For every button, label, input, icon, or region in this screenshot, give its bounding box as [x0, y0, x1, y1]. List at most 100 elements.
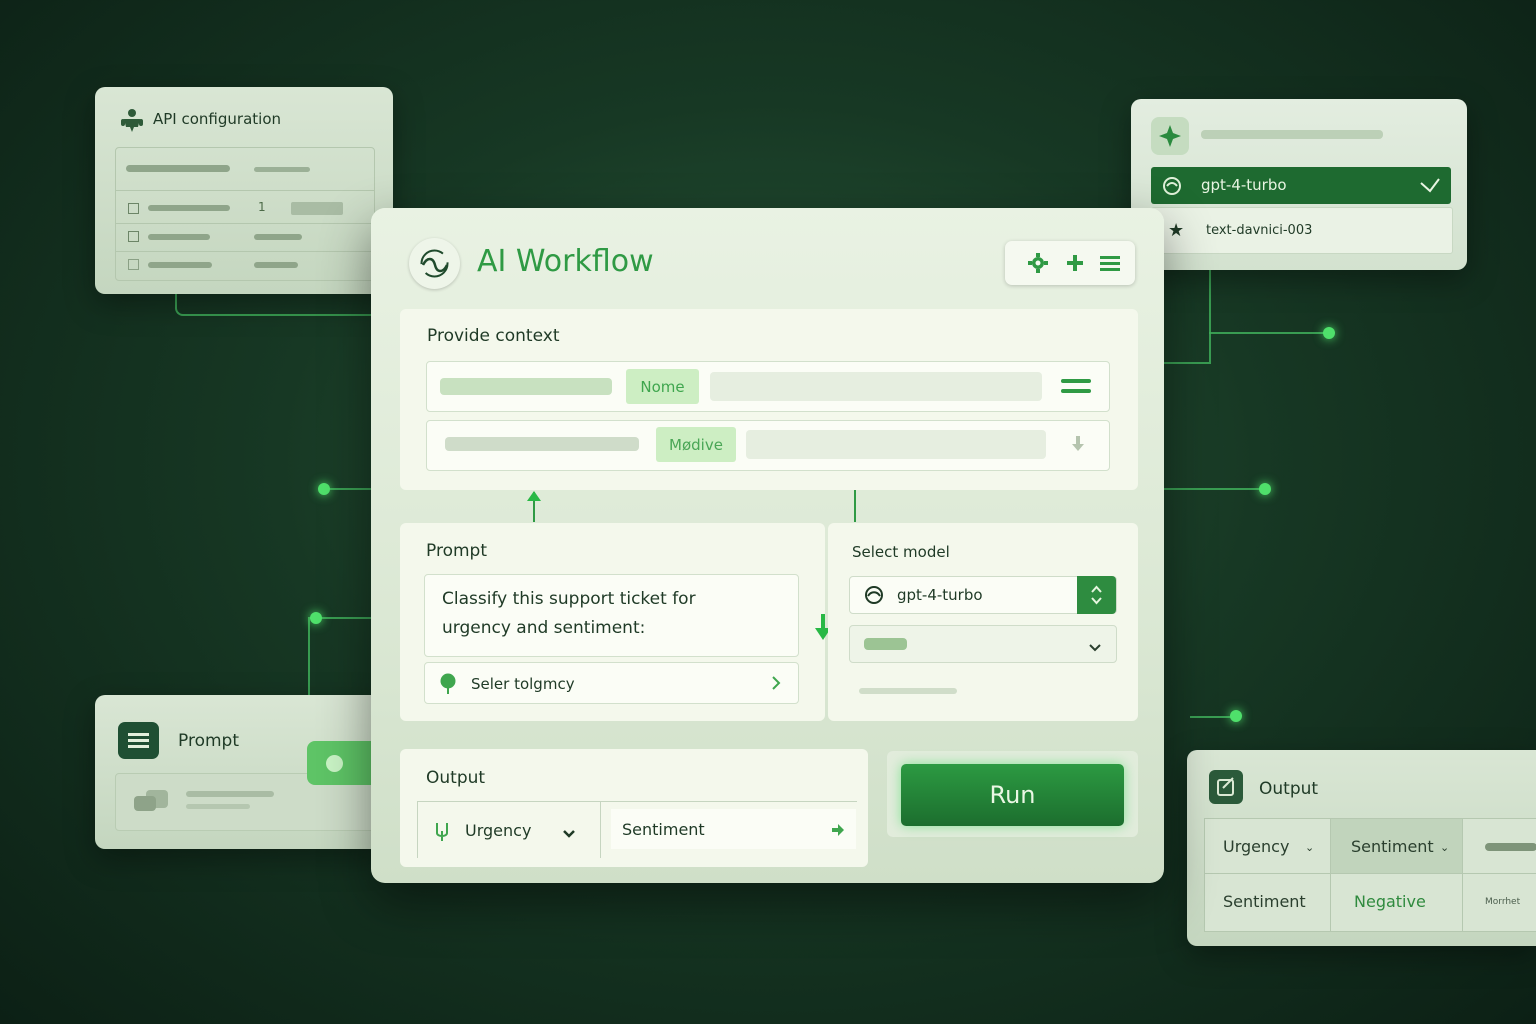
prompt-node-panel: Prompt — [95, 695, 385, 849]
urgency-column[interactable]: Urgency — [417, 802, 601, 858]
connector-line — [1209, 332, 1327, 334]
chevron-down-icon — [562, 824, 576, 843]
connector-line — [1163, 488, 1261, 490]
equals-icon[interactable] — [1061, 377, 1091, 401]
connector-line — [330, 488, 375, 490]
urgency-header-label: Urgency — [1223, 837, 1290, 856]
model-option-label: text-davnici-003 — [1206, 223, 1313, 238]
sentiment-column[interactable]: Sentiment — [611, 809, 856, 849]
connector-line — [308, 617, 377, 699]
secondary-select[interactable] — [849, 625, 1117, 663]
checkbox[interactable] — [128, 231, 139, 242]
model-select-value: gpt-4-turbo — [897, 586, 983, 604]
row-divider — [116, 190, 374, 191]
prompt-heading: Prompt — [426, 541, 487, 561]
panel-title: Output — [1259, 779, 1319, 799]
placeholder-bar — [186, 791, 274, 797]
list-icon — [118, 722, 159, 759]
placeholder-bar — [710, 372, 1042, 401]
chevron-down-icon — [1088, 638, 1102, 657]
urgency-header[interactable]: Urgency ⌄ — [1205, 819, 1331, 873]
checkbox[interactable] — [128, 259, 139, 270]
run-button[interactable]: Run — [901, 764, 1124, 826]
placeholder-bar — [1485, 843, 1536, 851]
motive-chip[interactable]: Mødive — [656, 427, 736, 462]
model-option-label: gpt-4-turbo — [1201, 176, 1287, 194]
run-button-label: Run — [989, 781, 1036, 809]
placeholder-bar — [445, 437, 639, 451]
add-icon[interactable] — [1065, 253, 1085, 277]
placeholder-bar — [864, 638, 907, 650]
star-icon: ★ — [1168, 220, 1185, 241]
table-cell: Negative — [1354, 892, 1426, 911]
placeholder-bar — [1201, 130, 1383, 139]
stepper-icon[interactable] — [1077, 576, 1116, 614]
prompt-card: Prompt Classify this support ticket for … — [400, 523, 825, 721]
row-divider — [116, 223, 374, 224]
placeholder-bar — [746, 430, 1046, 459]
placeholder-bar — [148, 234, 210, 240]
context-card: Provide context Nome Mødive — [400, 309, 1138, 490]
window-toolbar — [1005, 241, 1135, 285]
prompt-textarea[interactable]: Classify this support ticket for urgency… — [424, 574, 799, 657]
pin-icon — [439, 673, 457, 699]
toggle-knob — [326, 755, 343, 772]
openai-icon — [862, 584, 886, 610]
edit-icon — [1209, 770, 1243, 804]
connector-line — [1163, 270, 1211, 364]
table-divider — [1462, 873, 1463, 931]
window-title: AI Workflow — [477, 244, 654, 279]
connector-node — [1323, 327, 1335, 339]
output-heading: Output — [426, 768, 486, 788]
select-model-card: Select model gpt-4-turbo — [828, 523, 1138, 721]
context-heading: Provide context — [427, 326, 560, 346]
placeholder-bar — [126, 165, 230, 172]
row-divider — [116, 251, 374, 252]
connector-line — [175, 294, 377, 316]
connector-line — [1190, 716, 1232, 718]
settings-icon[interactable] — [1027, 253, 1049, 277]
robot-icon — [119, 107, 145, 133]
placeholder-bar — [291, 202, 343, 215]
prompt-selector[interactable]: Seler tolgmcy — [424, 662, 799, 704]
sentiment-header[interactable]: Sentiment ⌄ — [1331, 819, 1463, 873]
select-model-heading: Select model — [852, 543, 950, 561]
ai-workflow-window: AI Workflow Provide context Nome Mødive — [371, 208, 1164, 883]
table-cell: Morrhet — [1485, 897, 1521, 907]
prompt-text-line: urgency and sentiment: — [442, 618, 646, 638]
openai-icon — [1161, 175, 1183, 201]
chevron-right-icon — [771, 675, 781, 695]
run-card: Run — [887, 751, 1138, 837]
prompt-selector-label: Seler tolgmcy — [471, 675, 575, 693]
prompt-text-line: Classify this support ticket for — [442, 589, 696, 609]
connector-line — [854, 490, 856, 522]
chevron-down-icon: ⌄ — [1305, 841, 1315, 854]
download-icon[interactable] — [1070, 435, 1086, 457]
checkbox[interactable] — [128, 203, 139, 214]
workflow-logo-icon — [409, 238, 460, 289]
placeholder-bar — [148, 262, 212, 268]
connector-node — [1259, 483, 1271, 495]
placeholder-bar — [859, 688, 957, 694]
urgency-label: Urgency — [465, 821, 532, 840]
selected-model-option[interactable]: gpt-4-turbo — [1151, 167, 1451, 204]
placeholder-bar — [254, 262, 298, 268]
sentiment-label: Sentiment — [622, 820, 705, 839]
name-chip[interactable]: Nome — [626, 369, 699, 404]
output-node-panel: Output Urgency ⌄ Sentiment ⌄ Sentiment N… — [1187, 750, 1536, 946]
chevron-down-icon: ⌄ — [1440, 841, 1450, 854]
row-value: 1 — [258, 200, 266, 214]
menu-icon[interactable] — [1099, 254, 1121, 276]
placeholder-bar — [186, 804, 250, 809]
sparkle-icon — [1151, 117, 1189, 155]
context-row[interactable]: Nome — [426, 361, 1110, 412]
model-option[interactable]: ★ text-davnici-003 — [1151, 207, 1453, 254]
placeholder-bar — [148, 205, 230, 211]
table-divider — [1330, 873, 1331, 931]
model-selector-panel: gpt-4-turbo ★ text-davnici-003 — [1131, 99, 1467, 270]
placeholder-bar — [254, 234, 302, 240]
check-icon — [1419, 177, 1441, 199]
connector-node — [1230, 710, 1242, 722]
context-row[interactable]: Mødive — [426, 420, 1110, 471]
model-select[interactable]: gpt-4-turbo — [849, 576, 1117, 614]
